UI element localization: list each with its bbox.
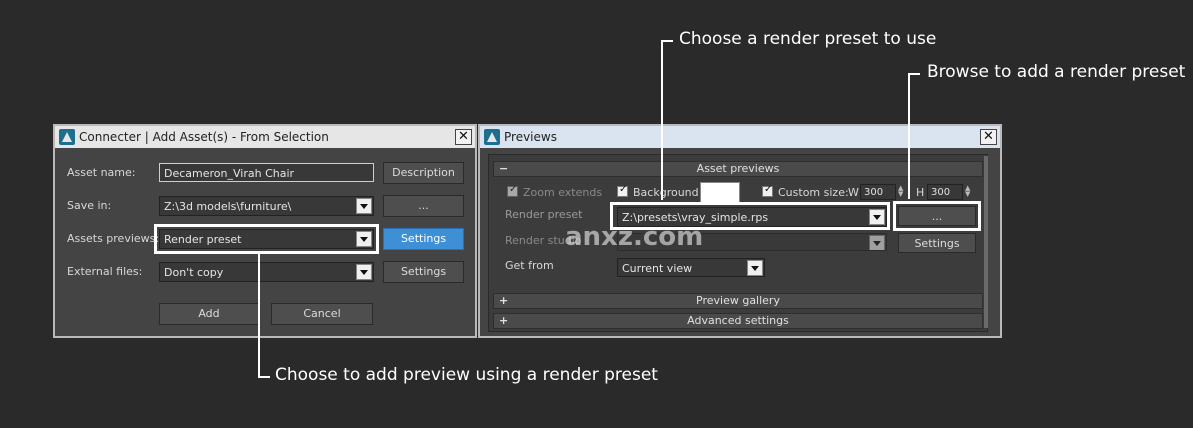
- expand-icon: +: [499, 294, 509, 307]
- height-spinner-arrows[interactable]: ▲ ▼: [965, 185, 970, 198]
- zoom-extends-label: Zoom extends: [523, 186, 603, 199]
- external-files-settings-button[interactable]: Settings: [383, 261, 464, 283]
- width-input[interactable]: 300: [860, 184, 896, 200]
- chevron-down-icon[interactable]: [356, 198, 372, 214]
- chevron-down-icon[interactable]: [869, 235, 885, 250]
- rollout-title: Preview gallery: [696, 294, 780, 307]
- external-files-dropdown[interactable]: Don't copy: [159, 262, 374, 282]
- callout-line: [258, 376, 270, 378]
- previews-dialog: Previews ✕ − Asset previews Zoom extends…: [478, 124, 1002, 338]
- get-from-value: Current view: [622, 262, 693, 275]
- callout-browse-preset: Browse to add a render preset: [927, 62, 1186, 82]
- render-studio-settings-button[interactable]: Settings: [898, 233, 976, 253]
- custom-size-checkbox[interactable]: [762, 184, 773, 197]
- app-logo-icon: [59, 129, 75, 145]
- height-label: H: [916, 186, 925, 199]
- scrollbar[interactable]: [984, 156, 988, 328]
- callout-line: [661, 40, 663, 200]
- close-button[interactable]: ✕: [455, 129, 472, 145]
- width-label: W: [848, 186, 859, 199]
- chevron-down-icon[interactable]: [356, 264, 372, 280]
- background-checkbox[interactable]: [617, 184, 628, 197]
- expand-icon: +: [499, 314, 509, 327]
- cancel-button[interactable]: Cancel: [271, 303, 373, 325]
- background-color-swatch[interactable]: [700, 182, 740, 204]
- assets-previews-settings-button[interactable]: Settings: [383, 228, 464, 250]
- watermark: anxz.com: [565, 222, 704, 252]
- background-label: Background: [633, 186, 699, 199]
- browse-folder-button[interactable]: ...: [383, 195, 464, 217]
- callout-line: [908, 73, 910, 199]
- description-button[interactable]: Description: [383, 162, 464, 184]
- get-from-label: Get from: [505, 259, 554, 272]
- rollout-title: Advanced settings: [687, 314, 789, 327]
- width-spinner-arrows[interactable]: ▲ ▼: [898, 185, 903, 198]
- callout-choose-preset: Choose a render preset to use: [679, 29, 937, 49]
- rollout-title: Asset previews: [696, 162, 780, 175]
- preview-gallery-rollout[interactable]: + Preview gallery: [493, 293, 983, 309]
- dialog-title: Connecter | Add Asset(s) - From Selectio…: [79, 130, 329, 144]
- asset-name-label: Asset name:: [67, 166, 136, 179]
- assets-previews-highlight: [154, 224, 379, 254]
- add-assets-dialog: Connecter | Add Asset(s) - From Selectio…: [53, 124, 477, 338]
- custom-size-label: Custom size:: [778, 186, 849, 199]
- collapse-icon: −: [499, 162, 509, 175]
- close-button[interactable]: ✕: [980, 129, 997, 145]
- callout-line: [258, 251, 260, 377]
- callout-add-preview: Choose to add preview using a render pre…: [275, 365, 658, 385]
- render-preset-label: Render preset: [505, 208, 583, 221]
- chevron-down-icon[interactable]: [747, 260, 763, 276]
- height-input[interactable]: 300: [927, 184, 963, 200]
- add-button[interactable]: Add: [159, 303, 259, 325]
- save-in-label: Save in:: [67, 199, 112, 212]
- save-in-dropdown[interactable]: Z:\3d models\furniture\: [159, 196, 374, 216]
- asset-name-field[interactable]: Decameron_Virah Chair: [159, 163, 374, 182]
- dialog-title: Previews: [504, 130, 557, 144]
- app-logo-icon: [484, 129, 500, 145]
- assets-previews-label: Assets previews:: [67, 232, 160, 245]
- save-in-value: Z:\3d models\furniture\: [164, 200, 292, 213]
- dialog-titlebar[interactable]: Previews ✕: [480, 126, 1000, 148]
- dialog-titlebar[interactable]: Connecter | Add Asset(s) - From Selectio…: [55, 126, 475, 148]
- browse-button-highlight: [893, 201, 981, 231]
- advanced-settings-rollout[interactable]: + Advanced settings: [493, 313, 983, 329]
- zoom-extends-checkbox[interactable]: [507, 184, 518, 197]
- external-files-value: Don't copy: [164, 266, 224, 279]
- external-files-label: External files:: [67, 265, 143, 278]
- get-from-dropdown[interactable]: Current view: [617, 258, 765, 277]
